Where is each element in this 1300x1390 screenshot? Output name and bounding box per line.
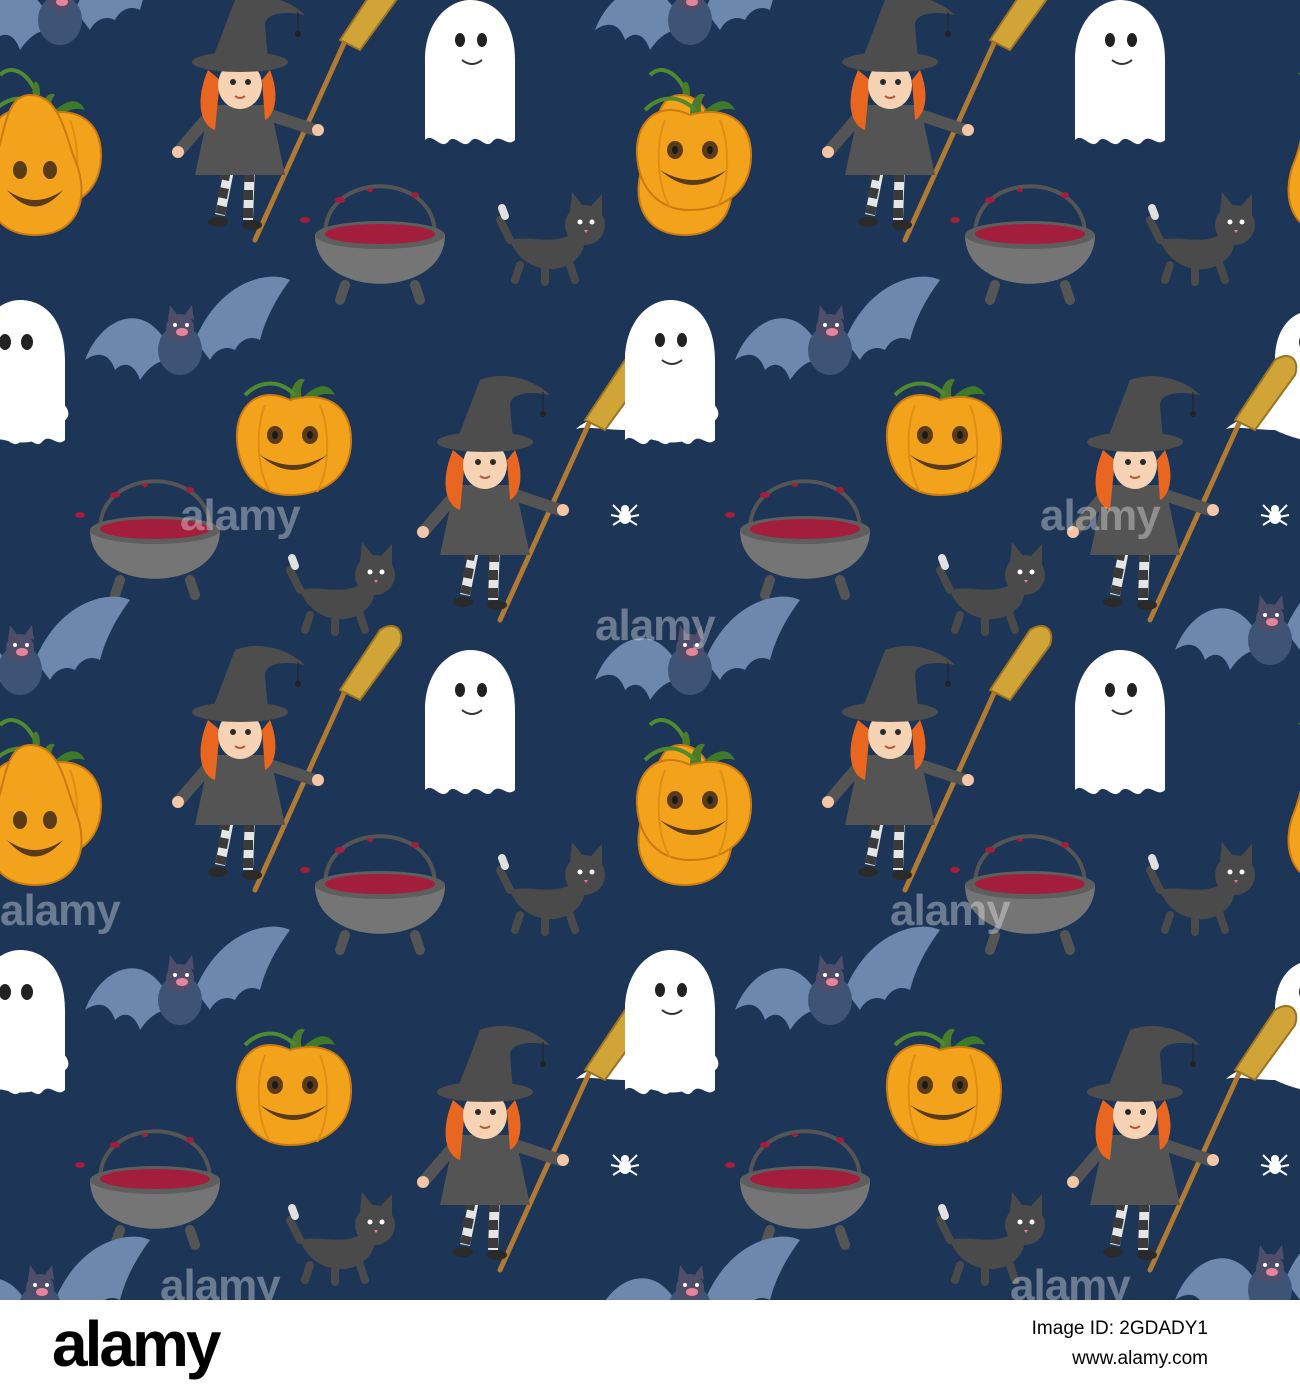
watermark-text: alamy — [1010, 1261, 1131, 1300]
stock-photo-page: alamy alamy alamy alamy alamy alamy alam… — [0, 0, 1300, 1390]
watermark-text: alamy — [160, 1261, 281, 1300]
watermark-text: alamy — [890, 886, 1011, 935]
image-id-label: Image ID: 2GDADY1 — [1031, 1318, 1208, 1339]
watermark-text: alamy — [1040, 491, 1161, 540]
watermark-text: alamy — [0, 886, 121, 935]
alamy-logo[interactable]: alamy — [52, 1308, 221, 1380]
stock-footer: alamy Image ID: 2GDADY1 www.alamy.com — [0, 1300, 1300, 1390]
halloween-pattern-image: alamy alamy alamy alamy alamy alamy alam… — [0, 0, 1300, 1300]
watermark-text: alamy — [595, 601, 716, 650]
site-url-link[interactable]: www.alamy.com — [1072, 1348, 1208, 1370]
watermark-text: alamy — [180, 491, 301, 540]
